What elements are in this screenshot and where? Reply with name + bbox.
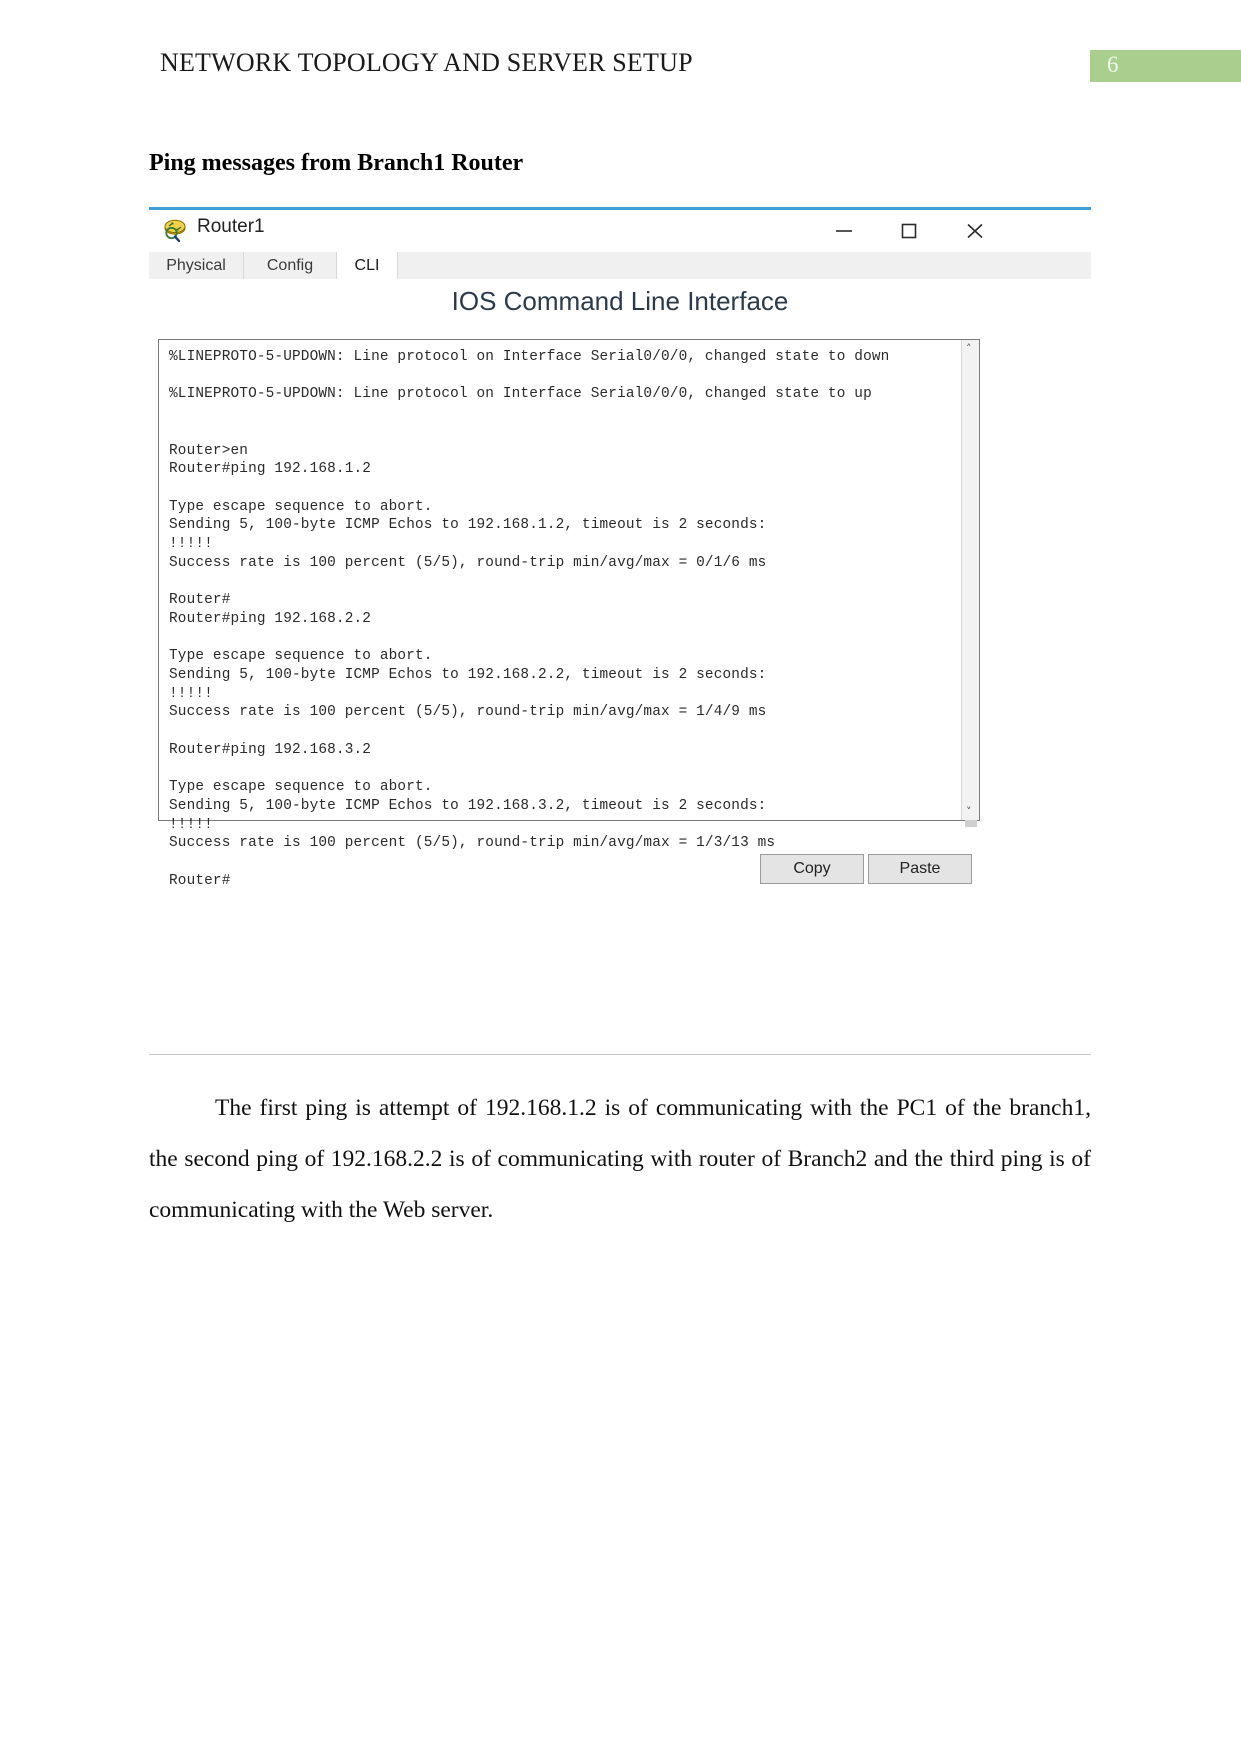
cli-panel: IOS Command Line Interface %LINEPROTO-5-… bbox=[149, 279, 1091, 1055]
section-heading: Ping messages from Branch1 Router bbox=[149, 150, 524, 176]
body-paragraph: The first ping is attempt of 192.168.1.2… bbox=[149, 1095, 1091, 1223]
window-titlebar: Router1 bbox=[149, 210, 1091, 252]
window-title: Router1 bbox=[197, 216, 265, 237]
document-header: NETWORK TOPOLOGY AND SERVER SETUP 6 bbox=[0, 48, 1241, 88]
copy-button[interactable]: Copy bbox=[760, 854, 864, 884]
close-button[interactable] bbox=[952, 210, 998, 252]
page-number-value: 6 bbox=[1107, 52, 1119, 77]
terminal-container[interactable]: %LINEPROTO-5-UPDOWN: Line protocol on In… bbox=[158, 339, 980, 889]
scroll-down-button[interactable]: ˅ bbox=[962, 803, 979, 820]
ios-cli-heading: IOS Command Line Interface bbox=[451, 286, 789, 316]
paste-button[interactable]: Paste bbox=[868, 854, 972, 884]
tab-config[interactable]: Config bbox=[244, 252, 337, 279]
maximize-button[interactable] bbox=[886, 210, 932, 252]
page-title: NETWORK TOPOLOGY AND SERVER SETUP bbox=[160, 48, 693, 77]
minimize-icon bbox=[836, 230, 852, 232]
minimize-button[interactable] bbox=[821, 210, 867, 252]
chevron-down-icon: ˅ bbox=[966, 805, 972, 818]
tab-strip: Physical Config CLI bbox=[149, 252, 1091, 280]
chevron-up-icon: ˄ bbox=[966, 342, 972, 355]
router-cli-window: Router1 Physical Config CLI IOS Command … bbox=[149, 207, 1091, 1055]
tab-physical[interactable]: Physical bbox=[149, 252, 244, 279]
maximize-icon bbox=[901, 223, 917, 239]
terminal-scrollbar[interactable]: ˄ ˅ bbox=[961, 340, 979, 827]
router-icon bbox=[162, 219, 188, 243]
tab-cli[interactable]: CLI bbox=[337, 252, 398, 279]
terminal-output: %LINEPROTO-5-UPDOWN: Line protocol on In… bbox=[169, 349, 890, 889]
page-number-badge: 6 bbox=[1090, 50, 1241, 82]
scroll-up-button[interactable]: ˄ bbox=[962, 340, 979, 357]
close-icon bbox=[967, 223, 983, 239]
